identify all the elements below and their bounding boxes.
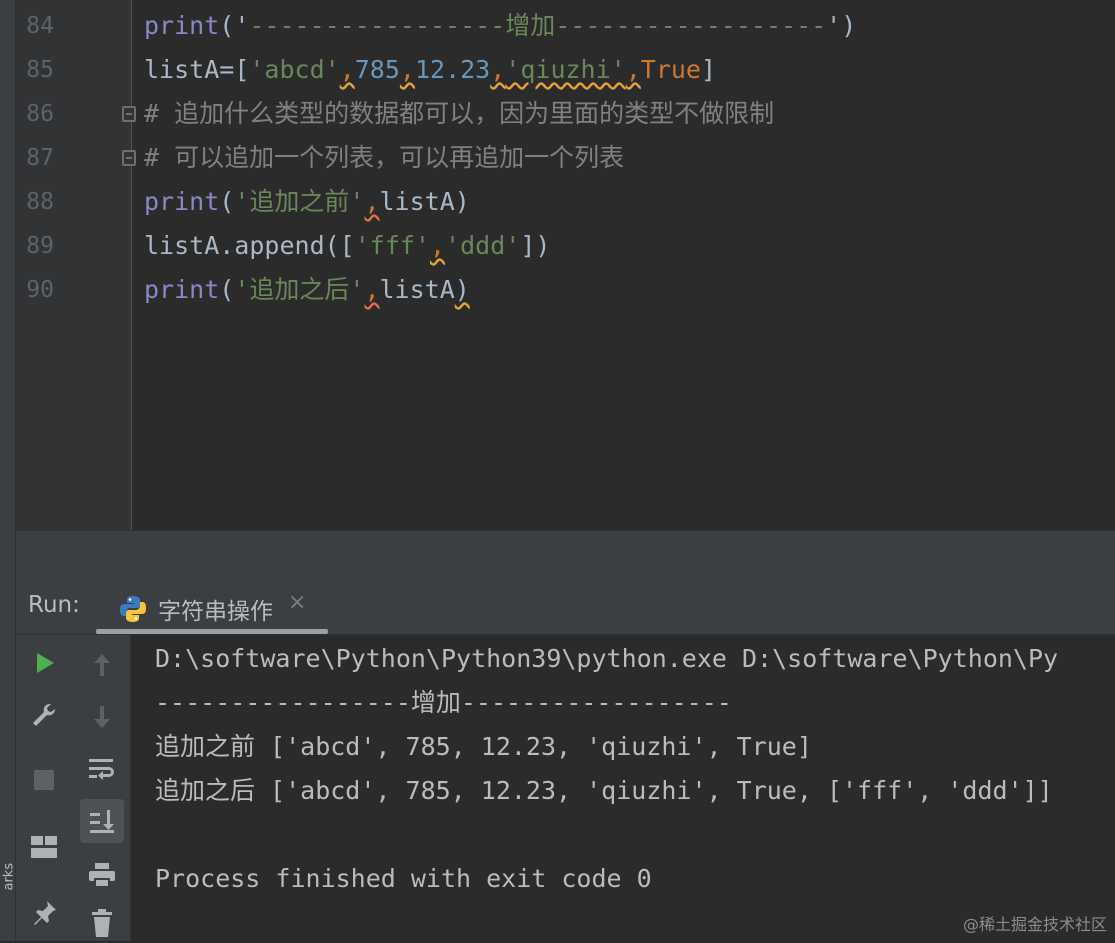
code-comment: # 可以追加一个列表，可以再追加一个列表 — [144, 143, 625, 172]
code-text: print('追加之前',listA) — [144, 187, 470, 216]
code-text: listA.append(['fff','ddd']) — [144, 231, 551, 260]
run-tab[interactable]: 字符串操作 × — [96, 580, 328, 634]
layout-icon[interactable] — [24, 827, 64, 867]
line-number: 84 — [26, 13, 54, 39]
console-line: 追加之前 ['abcd', 785, 12.23, 'qiuzhi', True… — [155, 732, 812, 761]
tab-title: 字符串操作 — [158, 599, 273, 625]
run-console-output[interactable]: D:\software\Python\Python39\python.exe D… — [131, 635, 1115, 941]
panel-splitter[interactable] — [16, 530, 1115, 581]
up-arrow-icon[interactable] — [82, 645, 122, 685]
code-line-88[interactable]: 88 print('追加之前',listA) — [16, 180, 1115, 224]
code-comment: # 追加什么类型的数据都可以，因为里面的类型不做限制 — [144, 99, 775, 128]
scroll-to-end-icon[interactable] — [80, 799, 124, 843]
code-line-84[interactable]: 84 print('-----------------增加-----------… — [16, 4, 1115, 48]
run-toolbar — [16, 635, 131, 941]
python-icon — [118, 594, 148, 628]
line-number: 89 — [26, 233, 54, 259]
code-line-86[interactable]: 86 # 追加什么类型的数据都可以，因为里面的类型不做限制 — [16, 92, 1115, 136]
run-icon[interactable] — [24, 643, 64, 683]
trash-icon[interactable] — [82, 903, 122, 943]
run-panel-header: Run: 字符串操作 × — [16, 580, 1115, 635]
pin-icon[interactable] — [24, 893, 64, 933]
code-line-87[interactable]: 87 # 可以追加一个列表，可以再追加一个列表 — [16, 136, 1115, 180]
line-number: 86 — [26, 101, 54, 127]
close-icon[interactable]: × — [288, 590, 306, 615]
code-line-89[interactable]: 89 listA.append(['fff','ddd']) — [16, 224, 1115, 268]
left-tool-stripe: arks — [0, 0, 17, 941]
line-number: 87 — [26, 145, 54, 171]
console-line: -----------------增加------------------ — [155, 688, 732, 717]
code-text: listA=['abcd',785,12.23,'qiuzhi',True] — [144, 55, 717, 84]
console-line: D:\software\Python\Python39\python.exe D… — [155, 644, 1059, 673]
watermark: @稀土掘金技术社区 — [962, 915, 1107, 934]
active-tab-indicator — [96, 629, 328, 634]
line-number: 88 — [26, 189, 54, 215]
wrench-icon[interactable] — [24, 695, 64, 735]
run-label: Run: — [28, 592, 80, 618]
soft-wrap-icon[interactable] — [82, 749, 122, 789]
console-line: 追加之后 ['abcd', 785, 12.23, 'qiuzhi', True… — [155, 776, 1053, 805]
fold-marker-icon[interactable] — [122, 150, 136, 166]
stop-icon[interactable] — [24, 760, 64, 800]
down-arrow-icon[interactable] — [82, 697, 122, 737]
bookmarks-stripe-label[interactable]: arks — [2, 861, 17, 891]
console-line: Process finished with exit code 0 — [155, 864, 652, 893]
print-icon[interactable] — [82, 855, 122, 895]
line-number: 85 — [26, 57, 54, 83]
line-number: 90 — [26, 277, 54, 303]
fold-marker-icon[interactable] — [122, 106, 136, 122]
code-line-85[interactable]: 85 listA=['abcd',785,12.23,'qiuzhi',True… — [16, 48, 1115, 92]
code-text: print('-----------------增加--------------… — [144, 11, 857, 40]
code-editor[interactable]: 84 print('-----------------增加-----------… — [16, 0, 1115, 530]
code-text: print('追加之后',listA) — [144, 275, 470, 304]
code-line-90[interactable]: 90 print('追加之后',listA) — [16, 268, 1115, 312]
